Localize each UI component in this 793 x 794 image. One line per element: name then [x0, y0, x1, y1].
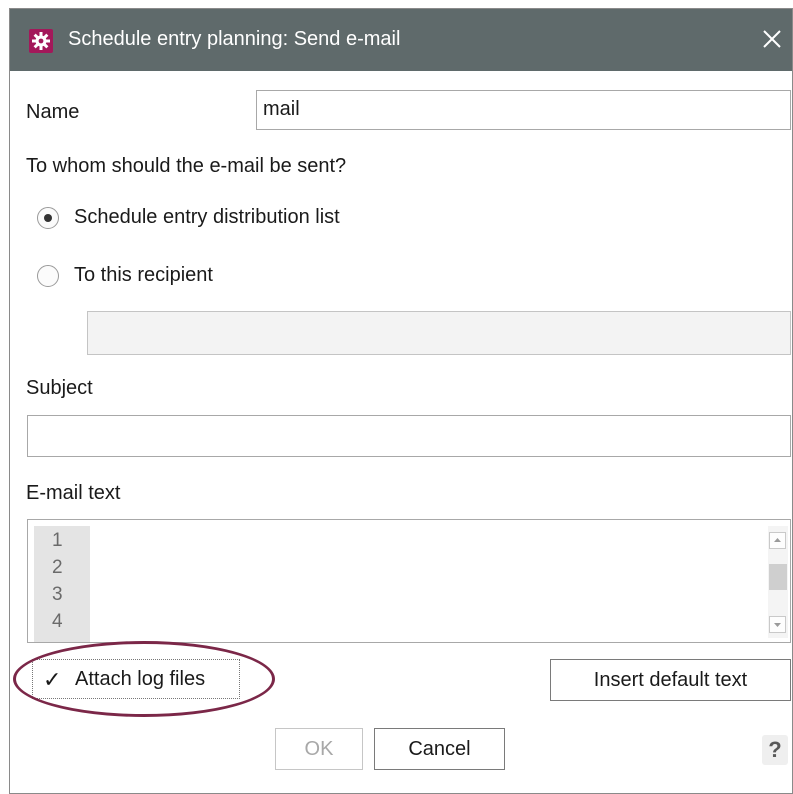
radio-distribution-label[interactable]: Schedule entry distribution list — [74, 206, 340, 229]
line-number-gutter: 1 2 3 4 — [34, 526, 90, 642]
chevron-up-icon — [774, 538, 781, 542]
name-value: mail — [263, 98, 300, 120]
email-text-editor[interactable]: 1 2 3 4 — [27, 519, 791, 643]
line-number: 2 — [52, 557, 63, 578]
subject-label: Subject — [26, 377, 93, 399]
send-email-dialog: Schedule entry planning: Send e-mail Nam… — [9, 8, 793, 794]
email-text-label: E-mail text — [26, 482, 121, 504]
title-bar[interactable]: Schedule entry planning: Send e-mail — [10, 9, 792, 71]
recipient-question: To whom should the e-mail be sent? — [26, 155, 347, 177]
scroll-down-button[interactable] — [769, 616, 786, 633]
line-number: 3 — [52, 584, 63, 605]
subject-input[interactable] — [27, 415, 791, 457]
attach-log-files-checkbox[interactable]: ✓ Attach log files — [32, 659, 240, 699]
attach-log-files-label: Attach log files — [75, 668, 206, 690]
radio-distribution-list[interactable] — [37, 207, 59, 229]
window-title: Schedule entry planning: Send e-mail — [68, 28, 401, 50]
name-input[interactable]: mail — [256, 90, 791, 130]
radio-selected-dot — [44, 214, 52, 222]
name-label: Name — [26, 101, 80, 123]
chevron-down-icon — [774, 623, 781, 627]
gear-icon — [29, 29, 53, 53]
close-icon[interactable] — [758, 25, 786, 53]
vertical-scrollbar[interactable] — [768, 526, 788, 638]
ok-button[interactable]: OK — [275, 728, 363, 770]
recipient-input[interactable] — [87, 311, 791, 355]
scroll-up-button[interactable] — [769, 532, 786, 549]
cancel-button[interactable]: Cancel — [374, 728, 505, 770]
insert-default-text-button[interactable]: Insert default text — [550, 659, 791, 701]
scroll-thumb[interactable] — [769, 564, 787, 590]
help-icon[interactable]: ? — [762, 735, 788, 765]
line-number: 4 — [52, 611, 63, 631]
radio-this-recipient[interactable] — [37, 265, 59, 287]
checkmark-icon: ✓ — [43, 667, 62, 692]
radio-recipient-label[interactable]: To this recipient — [74, 264, 213, 287]
line-number: 1 — [52, 530, 63, 551]
